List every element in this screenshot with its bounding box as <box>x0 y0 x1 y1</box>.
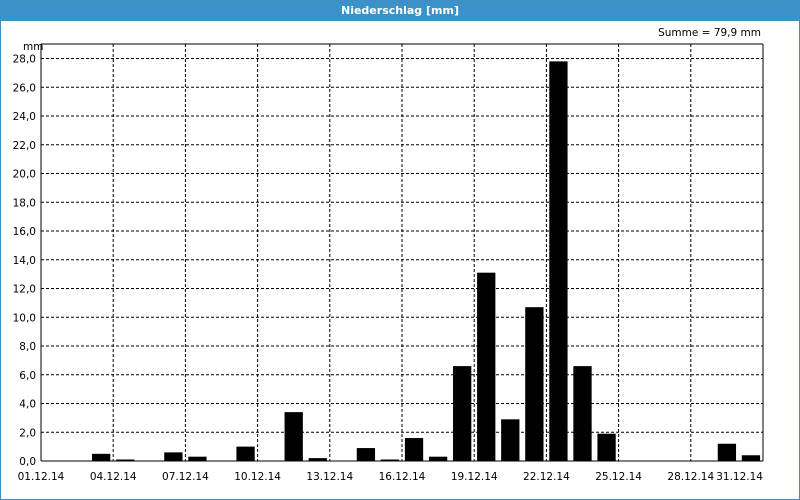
sum-label: Summe = 79,9 mm <box>658 27 761 39</box>
bar-11.12.14 <box>284 412 303 461</box>
bar-21.12.14 <box>525 307 544 461</box>
bar-16.12.14 <box>404 438 424 461</box>
x-tick-label: 13.12.14 <box>306 471 353 483</box>
x-tick-label: 01.12.14 <box>18 471 65 483</box>
y-tick-label: 6,0 <box>19 370 36 382</box>
bar-22.12.14 <box>549 61 568 461</box>
x-tick-label: 28.12.14 <box>667 471 714 483</box>
y-tick-label: 0,0 <box>19 456 36 468</box>
y-tick-label: 8,0 <box>19 341 36 353</box>
y-tick-label: 28,0 <box>13 54 36 66</box>
y-tick-label: 16,0 <box>13 226 36 238</box>
x-tick-label: 19.12.14 <box>451 471 498 483</box>
x-tick-label: 16.12.14 <box>379 471 426 483</box>
precipitation-bar-chart: Summe = 79,9 mm mm 0,0 2,0 4,0 6,0 8,0 10,0 12… <box>13 27 764 484</box>
x-tick-label: 22.12.14 <box>523 471 570 483</box>
y-axis-unit-label: mm <box>23 41 43 53</box>
y-tick-label: 18,0 <box>13 197 36 209</box>
x-tick-label: 07.12.14 <box>162 471 209 483</box>
y-tick-label: 10,0 <box>13 312 36 324</box>
bar-30.12.14 <box>741 455 761 461</box>
bar-layer <box>92 61 761 461</box>
bar-03.12.14 <box>92 453 111 461</box>
y-tick-label: 12,0 <box>13 284 36 296</box>
y-tick-label: 24,0 <box>13 111 36 123</box>
x-tick-label: 31.12.14 <box>716 471 763 483</box>
bar-14.12.14 <box>356 448 376 461</box>
grid-layer <box>41 44 763 461</box>
y-tick-label: 26,0 <box>13 82 36 94</box>
bar-18.12.14 <box>453 366 472 461</box>
bar-29.12.14 <box>717 443 737 461</box>
bar-23.12.14 <box>573 366 592 461</box>
x-tick-label: 10.12.14 <box>234 471 281 483</box>
x-tick-label: 04.12.14 <box>90 471 137 483</box>
y-tick-label: 20,0 <box>13 169 36 181</box>
y-tick-label: 2,0 <box>19 427 36 439</box>
bar-09.12.14 <box>236 446 255 461</box>
y-tick-label: 14,0 <box>13 255 36 267</box>
y-tick-label: 4,0 <box>19 399 36 411</box>
bar-17.12.14 <box>428 456 448 461</box>
bar-07.12.14 <box>188 456 207 461</box>
bar-24.12.14 <box>597 433 616 461</box>
y-tick-label: 22,0 <box>13 140 36 152</box>
bar-19.12.14 <box>477 272 496 461</box>
label-layer: 0,0 2,0 4,0 6,0 8,0 10,0 12,0 14,0 16,0 18,0 20,0 2… <box>13 54 764 484</box>
x-tick-label: 25.12.14 <box>595 471 642 483</box>
bar-20.12.14 <box>501 419 520 461</box>
bar-06.12.14 <box>164 452 183 461</box>
